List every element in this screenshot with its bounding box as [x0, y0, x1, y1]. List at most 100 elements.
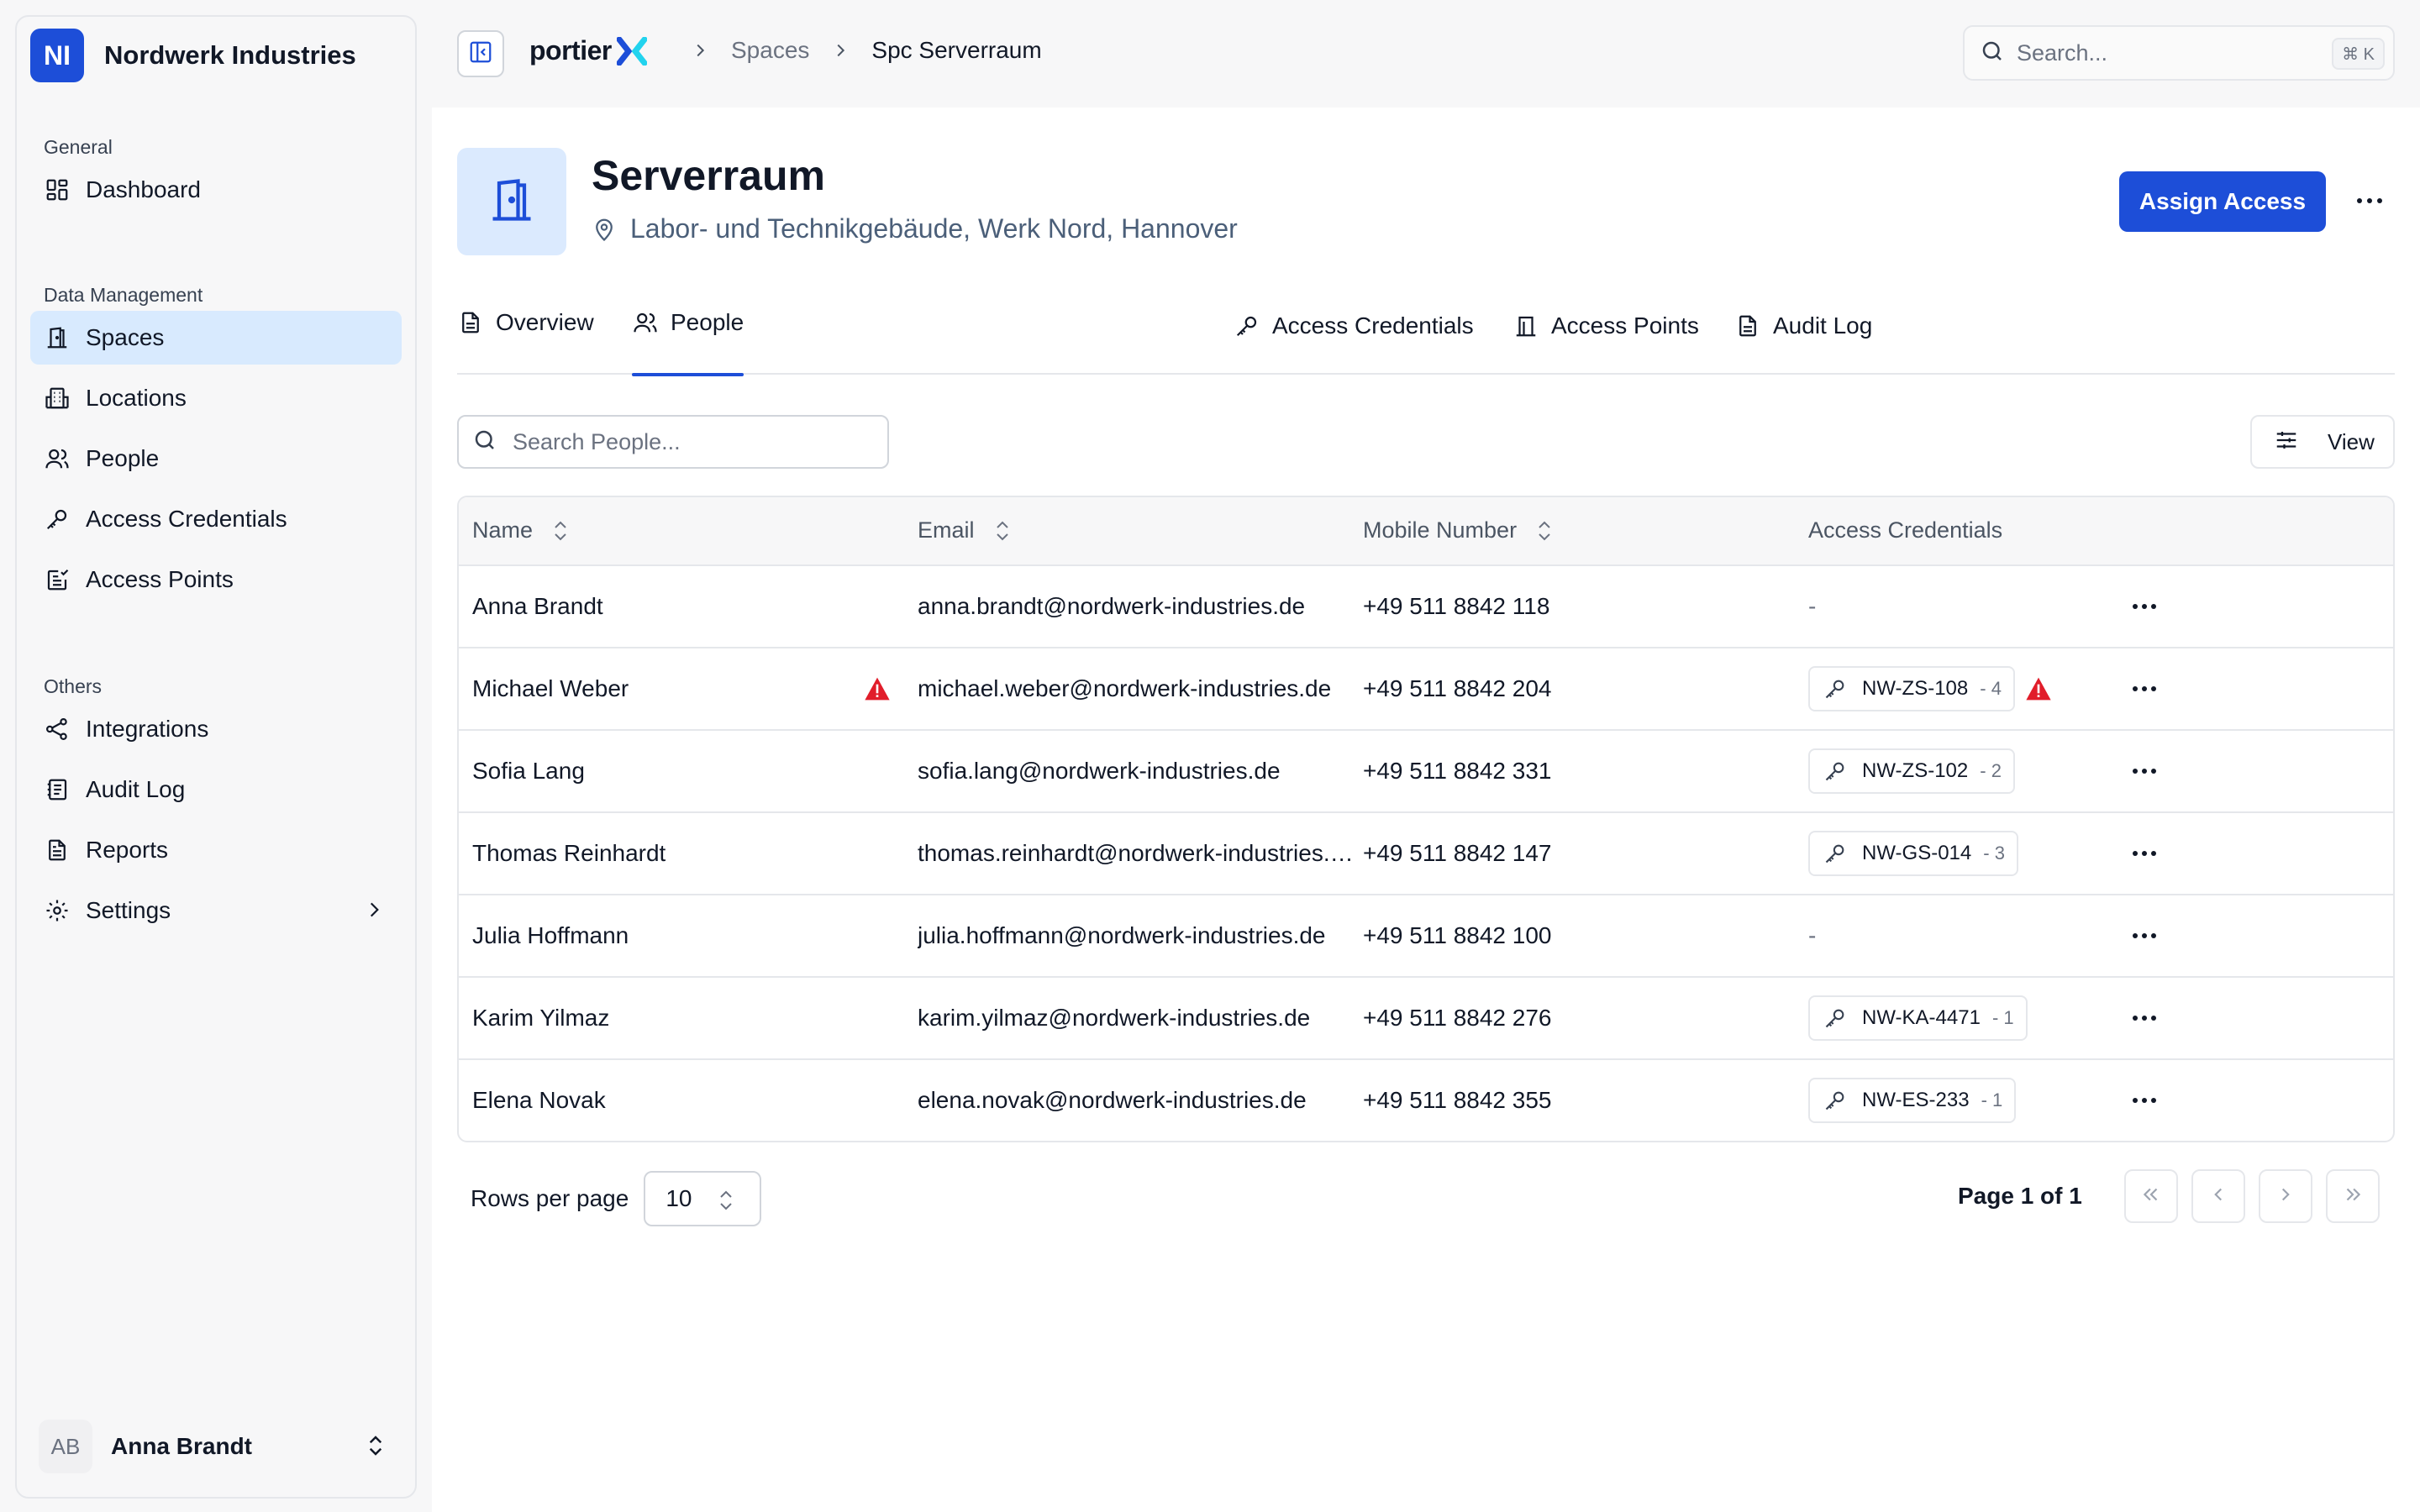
column-mobile[interactable]: Mobile Number	[1363, 517, 1554, 543]
cell-name: Julia Hoffmann	[472, 922, 629, 948]
sidebar-item-spaces[interactable]: Spaces	[30, 311, 402, 365]
sidebar: NI Nordwerk Industries General Dashboard…	[15, 15, 417, 1499]
view-options-button[interactable]: View	[2250, 415, 2395, 469]
table-row[interactable]: Sofia Lang sofia.lang@nordwerk-industries…	[459, 731, 2393, 813]
global-search-input[interactable]: Search... ⌘ K	[1963, 25, 2395, 81]
row-actions-button[interactable]	[2128, 842, 2161, 865]
share-icon	[44, 716, 71, 743]
users-icon	[44, 445, 71, 472]
main-content: portier Spaces Spc Serverraum Search... …	[432, 0, 2420, 1512]
rows-per-page-select[interactable]: 10	[644, 1171, 762, 1226]
previous-page-button[interactable]	[2191, 1169, 2245, 1223]
cell-access-credentials: NW-ZS-108 - 4	[1808, 648, 2052, 729]
table-row[interactable]: Karim Yilmaz karim.yilmaz@nordwerk-indust…	[459, 978, 2393, 1060]
key-icon	[1823, 759, 1847, 783]
tab-label: Access Points	[1551, 312, 1699, 339]
credential-count: - 1	[1991, 1007, 2014, 1028]
tab-label: Overview	[496, 309, 594, 335]
chevron-right-icon	[363, 899, 385, 925]
credential-count: - 3	[1983, 843, 2005, 864]
search-people-input[interactable]: Search People...	[457, 415, 889, 469]
tab-label: Audit Log	[1773, 312, 1873, 339]
more-horizontal-icon	[2132, 768, 2157, 774]
breadcrumb-spaces[interactable]: Spaces	[731, 37, 809, 64]
cell-name: Sofia Lang	[472, 758, 585, 784]
warning-icon	[864, 648, 891, 729]
assign-access-button[interactable]: Assign Access	[2119, 171, 2326, 232]
search-people-placeholder: Search People...	[513, 428, 681, 454]
column-label: Access Credentials	[1808, 517, 2003, 543]
cell-mobile: +49 511 8842 118	[1363, 593, 1550, 619]
row-actions-button[interactable]	[2128, 924, 2161, 948]
report-icon	[44, 837, 71, 864]
sidebar-item-reports[interactable]: Reports	[30, 823, 402, 877]
cell-access-credentials: -	[1808, 922, 1817, 948]
column-email[interactable]: Email	[918, 517, 1012, 543]
sidebar-item-label: Settings	[86, 897, 171, 923]
chevron-right-icon	[2275, 1184, 2296, 1210]
last-page-button[interactable]	[2326, 1169, 2380, 1223]
credential-badge[interactable]: NW-GS-014 - 3	[1808, 831, 2018, 876]
map-pin-icon	[592, 217, 617, 242]
next-page-button[interactable]	[2259, 1169, 2312, 1223]
column-name[interactable]: Name	[472, 517, 570, 543]
cell-mobile: +49 511 8842 147	[1363, 840, 1552, 866]
row-actions-button[interactable]	[2128, 595, 2161, 618]
tab-overview[interactable]: Overview	[457, 306, 594, 375]
cell-email: thomas.reinhardt@nordwerk-industries.de	[918, 840, 1355, 866]
table-row[interactable]: Michael Weber michael.weber@nordwerk-indu…	[459, 648, 2393, 731]
credential-badge[interactable]: NW-ZS-102 - 2	[1808, 748, 2015, 794]
table-row[interactable]: Anna Brandt anna.brandt@nordwerk-industri…	[459, 566, 2393, 648]
brand-text: portier	[529, 35, 612, 66]
sidebar-item-audit-log[interactable]: Audit Log	[30, 763, 402, 816]
table-row[interactable]: Thomas Reinhardt thomas.reinhardt@nordwer…	[459, 813, 2393, 895]
user-menu[interactable]: AB Anna Brandt	[39, 1420, 400, 1473]
tab-access-points[interactable]: Access Points	[1512, 309, 1699, 378]
rows-per-page: Rows per page 10	[471, 1171, 762, 1226]
key-icon	[44, 506, 71, 533]
column-label: Email	[918, 517, 975, 543]
row-actions-button[interactable]	[2128, 1006, 2161, 1030]
cell-email: anna.brandt@nordwerk-industries.de	[918, 593, 1306, 619]
org-name: Nordwerk Industries	[104, 40, 356, 70]
brand-logo[interactable]: portier	[529, 35, 647, 66]
tab-access-credentials[interactable]: Access Credentials	[1234, 309, 1474, 378]
credential-badge[interactable]: NW-ZS-108 - 4	[1808, 666, 2015, 711]
table-row[interactable]: Julia Hoffmann julia.hoffmann@nordwerk-in…	[459, 895, 2393, 978]
sidebar-item-settings[interactable]: Settings	[30, 884, 402, 937]
column-access-credentials: Access Credentials	[1808, 517, 2002, 543]
document-icon	[1734, 312, 1761, 339]
first-page-button[interactable]	[2124, 1169, 2178, 1223]
gear-icon	[44, 897, 71, 924]
cell-name: Thomas Reinhardt	[472, 840, 666, 866]
sidebar-item-locations[interactable]: Locations	[30, 371, 402, 425]
key-icon	[1823, 1006, 1847, 1030]
sidebar-item-access-credentials[interactable]: Access Credentials	[30, 492, 402, 546]
cell-mobile: +49 511 8842 204	[1363, 675, 1552, 701]
cell-email: julia.hoffmann@nordwerk-industries.de	[918, 922, 1326, 948]
credential-badge[interactable]: NW-ES-233 - 1	[1808, 1078, 2017, 1123]
tab-audit-log[interactable]: Audit Log	[1734, 309, 1872, 378]
more-horizontal-icon	[2132, 1097, 2157, 1104]
cell-name: Elena Novak	[472, 1087, 606, 1113]
sidebar-item-integrations[interactable]: Integrations	[30, 702, 402, 756]
row-actions-button[interactable]	[2128, 1089, 2161, 1112]
more-options-button[interactable]	[2353, 188, 2386, 215]
search-icon	[1980, 39, 2005, 68]
search-placeholder: Search...	[2017, 39, 2108, 66]
cell-mobile: +49 511 8842 355	[1363, 1087, 1552, 1113]
row-actions-button[interactable]	[2128, 759, 2161, 783]
org-switcher[interactable]: NI Nordwerk Industries	[30, 29, 356, 82]
row-actions-button[interactable]	[2128, 677, 2161, 701]
sidebar-item-dashboard[interactable]: Dashboard	[30, 163, 402, 217]
user-name: Anna Brandt	[111, 1433, 252, 1459]
sidebar-toggle-button[interactable]	[457, 30, 504, 77]
sidebar-item-people[interactable]: People	[30, 432, 402, 486]
credential-badge[interactable]: NW-KA-4471 - 1	[1808, 995, 2028, 1041]
cell-access-credentials: NW-ZS-102 - 2	[1808, 731, 2015, 811]
sidebar-item-access-points[interactable]: Access Points	[30, 553, 402, 606]
tab-people[interactable]: People	[632, 306, 744, 376]
cell-access-credentials: NW-KA-4471 - 1	[1808, 978, 2028, 1058]
cell-email: elena.novak@nordwerk-industries.de	[918, 1087, 1307, 1113]
table-row[interactable]: Elena Novak elena.novak@nordwerk-industri…	[459, 1060, 2393, 1141]
